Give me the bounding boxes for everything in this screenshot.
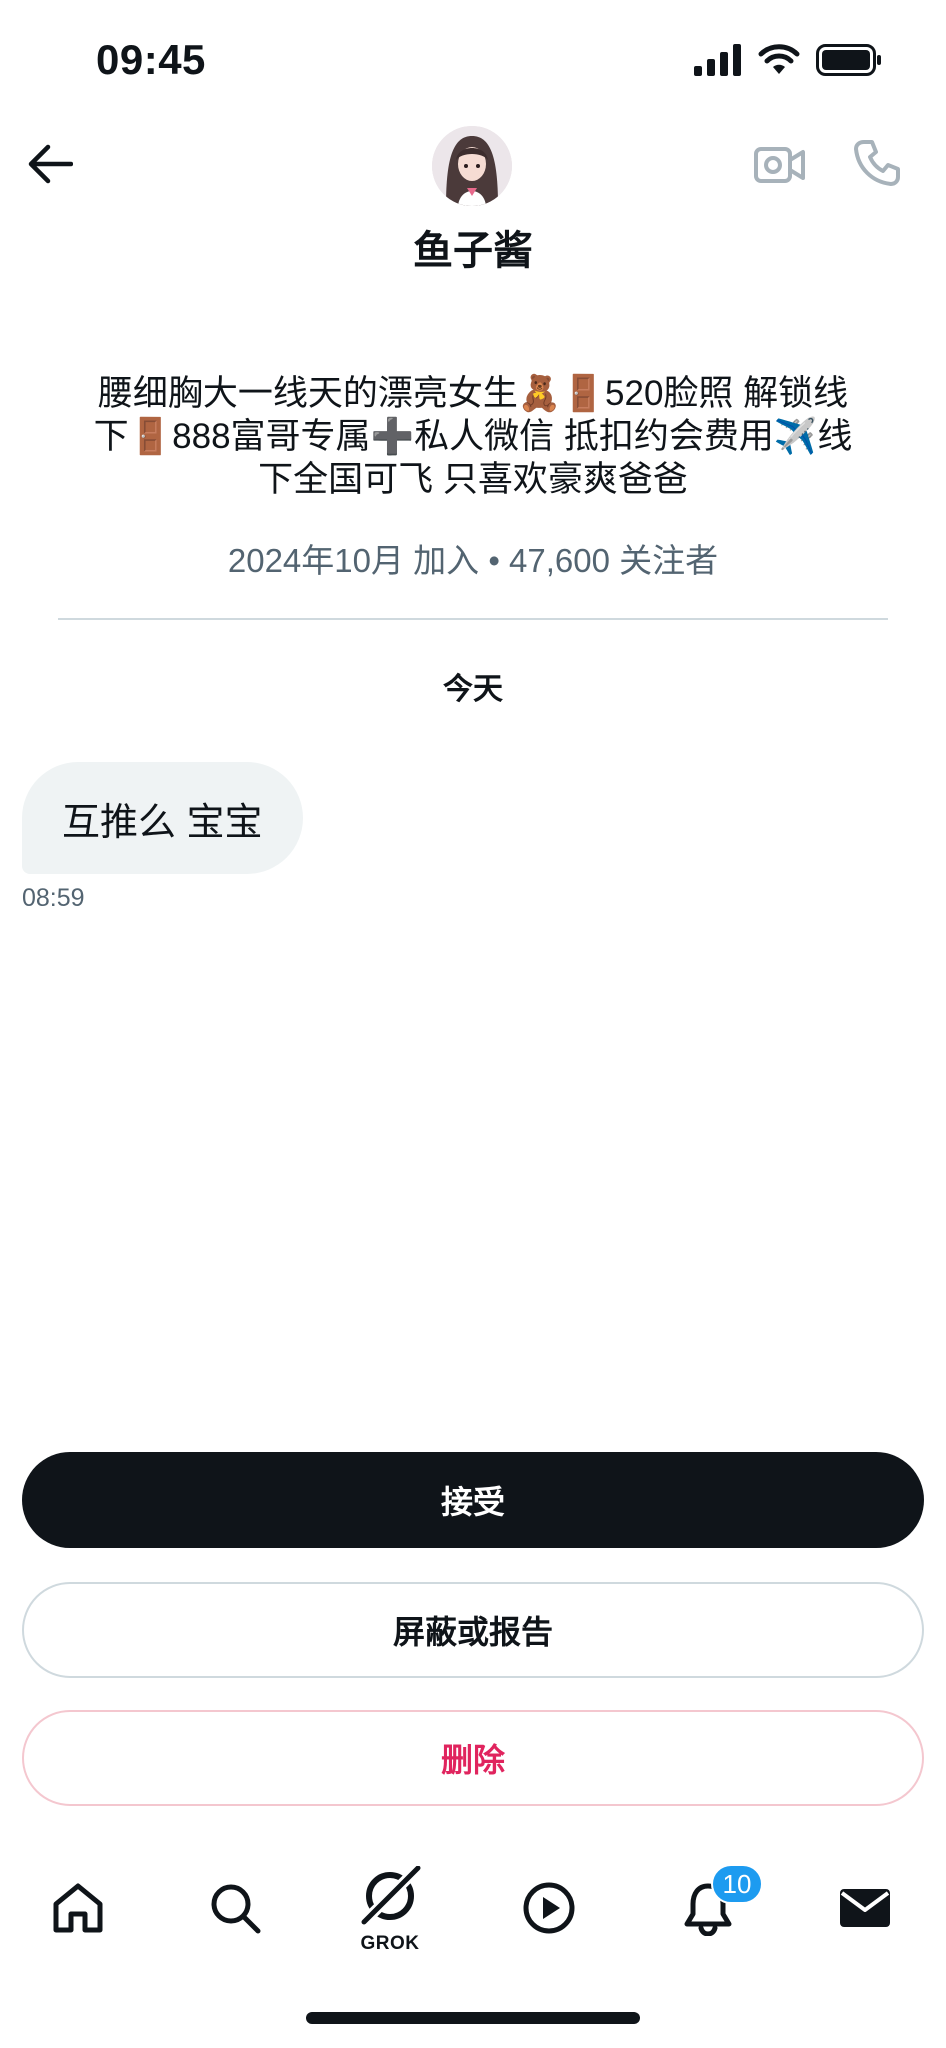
delete-button[interactable]: 删除 xyxy=(22,1710,924,1806)
block-report-button[interactable]: 屏蔽或报告 xyxy=(22,1582,924,1678)
wifi-icon xyxy=(758,44,800,81)
video-camera-icon xyxy=(754,145,806,190)
arrow-left-icon xyxy=(27,144,74,189)
home-indicator[interactable] xyxy=(306,2012,640,2024)
video-play-icon xyxy=(521,1880,577,1941)
divider xyxy=(58,618,888,620)
phone-icon xyxy=(852,138,902,193)
profile-meta: 2024年10月 加入 • 47,600 关注者 xyxy=(227,542,719,579)
date-separator: 今天 xyxy=(443,673,503,706)
grok-label: GROK xyxy=(360,1932,420,1954)
status-icons xyxy=(694,44,882,81)
signal-icon xyxy=(694,44,742,81)
home-icon xyxy=(50,1880,106,1941)
notification-badge: 10 xyxy=(711,1864,763,1904)
voice-call-button[interactable] xyxy=(850,138,904,192)
contact-name: 鱼子酱 xyxy=(413,229,533,273)
bio-line: 腰细胸大一线天的漂亮女生🧸🚪520脸照 解锁线 xyxy=(97,374,849,413)
nav-messages[interactable] xyxy=(820,1856,910,1964)
search-icon xyxy=(207,1880,263,1941)
battery-icon xyxy=(816,44,882,81)
status-time: 09:45 xyxy=(96,36,206,83)
nav-notifications[interactable]: 10 xyxy=(663,1856,763,1964)
grok-icon xyxy=(358,1862,424,1931)
mail-icon xyxy=(837,1880,893,1941)
bio-line: 下🚪888富哥专属➕私人微信 抵扣约会费用✈️线 xyxy=(93,417,853,456)
nav-search[interactable] xyxy=(190,1856,280,1964)
status-bar: 09:45 xyxy=(0,0,946,110)
message-timestamp: 08:59 xyxy=(22,884,85,912)
nav-home[interactable] xyxy=(33,1856,123,1964)
conversation-header: 鱼子酱 xyxy=(0,110,946,280)
profile-bio: 腰细胸大一线天的漂亮女生🧸🚪520脸照 解锁线 下🚪888富哥专属➕私人微信 抵… xyxy=(60,372,886,501)
message-bubble[interactable]: 互推么 宝宝 xyxy=(22,762,303,874)
video-call-button[interactable] xyxy=(752,142,808,192)
back-button[interactable] xyxy=(24,140,76,192)
accept-button[interactable]: 接受 xyxy=(22,1452,924,1548)
nav-video[interactable] xyxy=(504,1856,594,1964)
bio-line: 下全国可飞 只喜欢豪爽爸爸 xyxy=(258,460,688,499)
bottom-nav: GROK 10 xyxy=(0,1856,946,1964)
avatar[interactable] xyxy=(432,126,512,206)
nav-grok[interactable]: GROK xyxy=(345,1856,435,1964)
